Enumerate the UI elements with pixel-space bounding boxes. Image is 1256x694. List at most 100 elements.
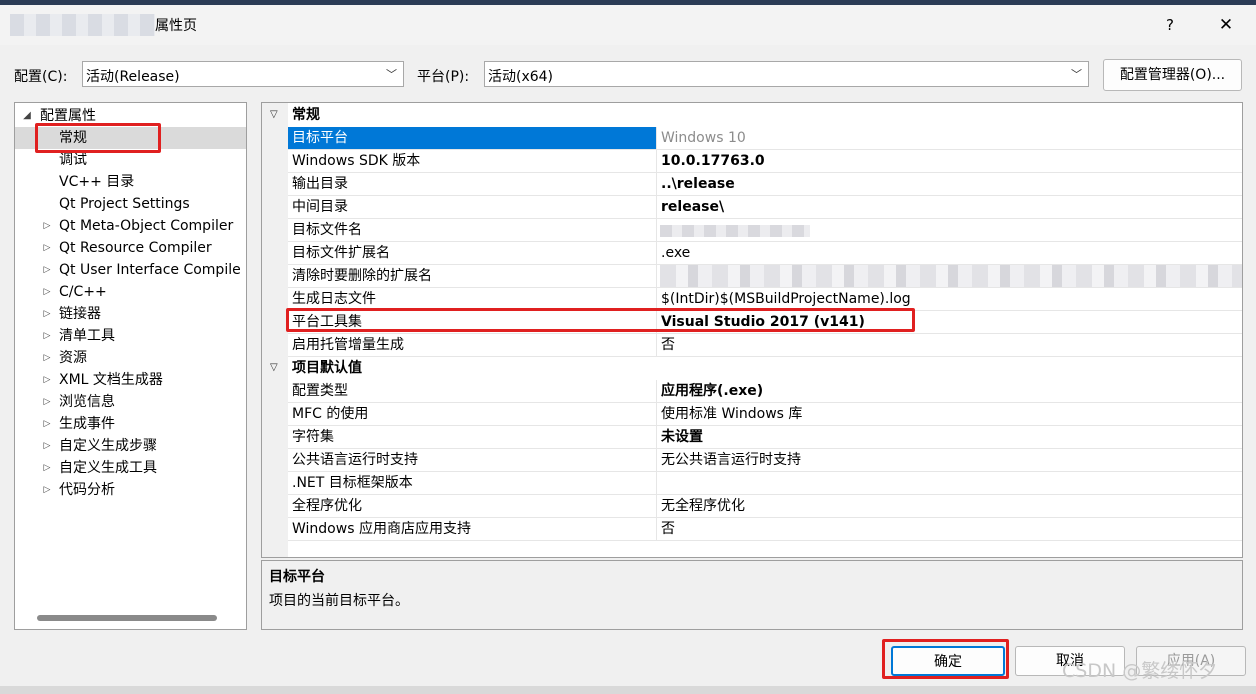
- ok-button[interactable]: 确定: [891, 646, 1005, 676]
- property-name: 生成日志文件: [292, 291, 376, 307]
- property-row[interactable]: 公共语言运行时支持 无公共语言运行时支持: [262, 449, 1242, 472]
- tree-item[interactable]: ▷ 自定义生成工具: [15, 457, 246, 479]
- column-divider: [656, 242, 657, 265]
- expand-triangle-icon[interactable]: ▷: [41, 435, 53, 457]
- property-value[interactable]: 未设置: [657, 426, 1242, 448]
- config-manager-button[interactable]: 配置管理器(O)...: [1103, 59, 1242, 91]
- property-row[interactable]: 输出目录 ..\release: [262, 173, 1242, 196]
- category-title: 常规: [292, 107, 320, 123]
- expand-triangle-icon[interactable]: ▷: [41, 369, 53, 391]
- property-value[interactable]: 无全程序优化: [657, 495, 1242, 517]
- expand-triangle-icon[interactable]: ▷: [41, 281, 53, 303]
- property-value[interactable]: 使用标准 Windows 库: [657, 403, 1242, 425]
- property-row[interactable]: 目标文件名: [262, 219, 1242, 242]
- property-value[interactable]: 10.0.17763.0: [657, 150, 1242, 172]
- column-divider: [656, 265, 657, 288]
- tree-item-label: 清单工具: [59, 328, 115, 344]
- expand-triangle-icon[interactable]: ▷: [41, 457, 53, 479]
- expand-triangle-icon[interactable]: ▷: [41, 347, 53, 369]
- category-row[interactable]: ▽ 常规: [262, 104, 1242, 127]
- tree-item-label: C/C++: [59, 284, 107, 300]
- tree-item[interactable]: ▷ 资源: [15, 347, 246, 369]
- property-name: 目标平台: [288, 127, 656, 149]
- tree-item-label: Qt Resource Compiler: [59, 240, 212, 256]
- column-divider: [656, 150, 657, 173]
- tree-horizontal-scrollbar[interactable]: [37, 615, 217, 621]
- property-value[interactable]: 否: [657, 518, 1242, 540]
- expand-triangle-icon[interactable]: ▷: [41, 325, 53, 347]
- close-button[interactable]: ✕: [1215, 13, 1237, 37]
- property-value[interactable]: 否: [657, 334, 1242, 356]
- tree-item[interactable]: ▷ Qt Meta-Object Compiler: [15, 215, 246, 237]
- collapse-triangle-icon[interactable]: ◢: [21, 105, 33, 127]
- property-row[interactable]: 启用托管增量生成 否: [262, 334, 1242, 357]
- tree-item[interactable]: 常规: [15, 127, 246, 149]
- column-divider: [656, 311, 657, 334]
- tree-item[interactable]: ▷ XML 文档生成器: [15, 369, 246, 391]
- tree-item[interactable]: ▷ Qt Resource Compiler: [15, 237, 246, 259]
- tree-item[interactable]: ▷ 生成事件: [15, 413, 246, 435]
- expand-triangle-icon[interactable]: ▷: [41, 215, 53, 237]
- property-value[interactable]: [657, 219, 1242, 241]
- property-row[interactable]: 字符集 未设置: [262, 426, 1242, 449]
- help-button[interactable]: ?: [1160, 13, 1180, 37]
- property-value[interactable]: [657, 265, 1242, 287]
- property-value[interactable]: $(IntDir)$(MSBuildProjectName).log: [657, 288, 1242, 310]
- expand-triangle-icon[interactable]: ▷: [41, 259, 53, 281]
- property-row[interactable]: 全程序优化 无全程序优化: [262, 495, 1242, 518]
- category-title: 项目默认值: [292, 360, 362, 376]
- property-name: 公共语言运行时支持: [292, 452, 418, 468]
- property-value[interactable]: 无公共语言运行时支持: [657, 449, 1242, 471]
- expand-triangle-icon[interactable]: ▷: [41, 391, 53, 413]
- tree-item-label: 资源: [59, 350, 87, 366]
- tree-item[interactable]: ▷ 链接器: [15, 303, 246, 325]
- property-value[interactable]: Visual Studio 2017 (v141): [657, 311, 1242, 333]
- property-row[interactable]: 配置类型 应用程序(.exe): [262, 380, 1242, 403]
- property-grid: ▽ 常规 目标平台 Windows 10 Windows SDK 版本 10.0.1776…: [261, 102, 1243, 558]
- property-value[interactable]: .exe: [657, 242, 1242, 264]
- property-value[interactable]: [657, 472, 1242, 494]
- tree-item[interactable]: ▷ C/C++: [15, 281, 246, 303]
- column-divider: [656, 173, 657, 196]
- tree-item[interactable]: ▷ 代码分析: [15, 479, 246, 501]
- property-row[interactable]: .NET 目标框架版本: [262, 472, 1242, 495]
- expand-triangle-icon[interactable]: ▷: [41, 303, 53, 325]
- tree-item-label: Qt Project Settings: [59, 196, 190, 212]
- expand-triangle-icon[interactable]: ▷: [41, 479, 53, 501]
- category-row[interactable]: ▽ 项目默认值: [262, 357, 1242, 380]
- property-row[interactable]: 目标文件扩展名 .exe: [262, 242, 1242, 265]
- property-row[interactable]: 中间目录 release\: [262, 196, 1242, 219]
- tree-item[interactable]: ▷ Qt User Interface Compile: [15, 259, 246, 281]
- property-name: 启用托管增量生成: [292, 337, 404, 353]
- tree-item[interactable]: VC++ 目录: [15, 171, 246, 193]
- tree-root[interactable]: ◢ 配置属性: [15, 105, 246, 127]
- property-row[interactable]: 清除时要删除的扩展名: [262, 265, 1242, 288]
- redacted-value: [660, 225, 810, 237]
- property-name: 配置类型: [292, 383, 348, 399]
- property-row[interactable]: Windows SDK 版本 10.0.17763.0: [262, 150, 1242, 173]
- expand-triangle-icon[interactable]: ▷: [41, 237, 53, 259]
- tree-item[interactable]: Qt Project Settings: [15, 193, 246, 215]
- property-name: 目标文件名: [292, 222, 362, 238]
- tree-item[interactable]: ▷ 浏览信息: [15, 391, 246, 413]
- property-value[interactable]: Windows 10: [657, 127, 1242, 149]
- property-row[interactable]: Windows 应用商店应用支持 否: [262, 518, 1242, 541]
- property-row[interactable]: 目标平台 Windows 10: [262, 127, 1242, 150]
- config-dropdown[interactable]: 活动(Release) ﹀: [82, 61, 404, 87]
- property-row[interactable]: MFC 的使用 使用标准 Windows 库: [262, 403, 1242, 426]
- column-divider: [656, 380, 657, 403]
- column-divider: [656, 495, 657, 518]
- property-value[interactable]: release\: [657, 196, 1242, 218]
- property-value[interactable]: ..\release: [657, 173, 1242, 195]
- property-name: 目标文件扩展名: [292, 245, 390, 261]
- platform-label: 平台(P):: [417, 69, 470, 85]
- tree-item[interactable]: 调试: [15, 149, 246, 171]
- tree-item[interactable]: ▷ 自定义生成步骤: [15, 435, 246, 457]
- property-value[interactable]: 应用程序(.exe): [657, 380, 1242, 402]
- tree-item[interactable]: ▷ 清单工具: [15, 325, 246, 347]
- expand-triangle-icon[interactable]: ▷: [41, 413, 53, 435]
- platform-dropdown[interactable]: 活动(x64) ﹀: [484, 61, 1089, 87]
- tree-item-label: Qt User Interface Compile: [59, 262, 241, 278]
- property-row[interactable]: 生成日志文件 $(IntDir)$(MSBuildProjectName).log: [262, 288, 1242, 311]
- property-row[interactable]: 平台工具集 Visual Studio 2017 (v141): [262, 311, 1242, 334]
